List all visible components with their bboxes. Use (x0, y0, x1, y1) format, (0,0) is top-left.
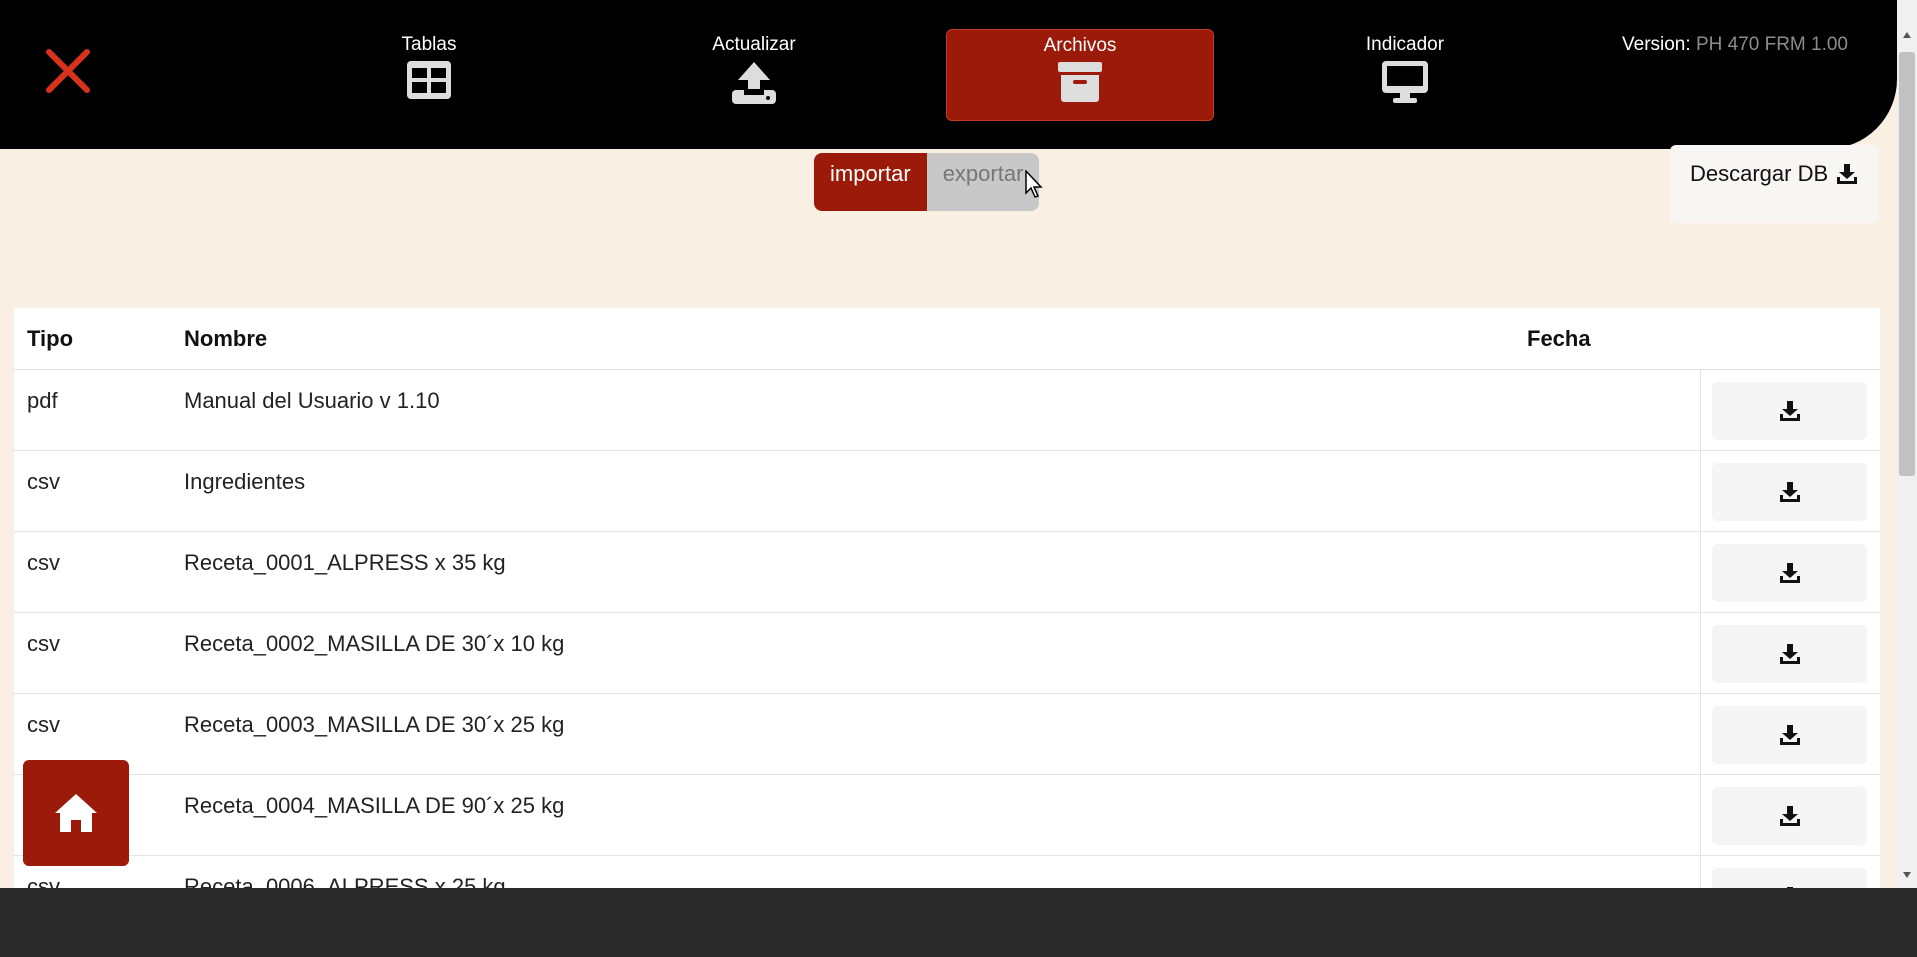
download-db-button[interactable]: Descargar DB (1670, 145, 1878, 223)
download-icon (1779, 806, 1800, 826)
download-icon (1779, 401, 1800, 421)
download-file-button[interactable] (1712, 706, 1867, 764)
home-button[interactable] (23, 760, 129, 866)
cell-tipo: pdf (27, 388, 58, 413)
version-label: Version: (1622, 34, 1691, 55)
download-icon (1779, 644, 1800, 664)
nav-tab-archivos[interactable]: Archivos (946, 29, 1214, 121)
table-row: csv Receta_0002_MASILLA DE 30´x 10 kg (14, 613, 1880, 694)
nav-tab-actualizar[interactable]: Actualizar (621, 29, 887, 119)
download-file-button[interactable] (1712, 787, 1867, 845)
version-info: Version: PH 470 FRM 1.00 (1622, 34, 1848, 56)
home-icon (55, 794, 97, 832)
nav-tab-indicador[interactable]: Indicador (1272, 29, 1538, 119)
table-row: csv Ingredientes (14, 451, 1880, 532)
cell-nombre: Receta_0001_ALPRESS x 35 kg (184, 550, 506, 575)
table-header: Tipo Nombre Fecha (14, 308, 1880, 370)
nav-tab-tablas[interactable]: Tablas (296, 29, 562, 119)
download-icon (1779, 563, 1800, 583)
column-header-nombre: Nombre (184, 326, 268, 351)
export-button[interactable]: exportar (926, 153, 1040, 211)
nav-tab-label: Archivos (1043, 35, 1117, 56)
column-divider (1700, 532, 1701, 613)
download-icon (1779, 482, 1800, 502)
top-navigation-bar: Tablas Actualizar Archivos Indicador Ver… (0, 0, 1897, 149)
import-button[interactable]: importar (814, 153, 927, 211)
table-icon (407, 61, 451, 99)
table-row: pdf Manual del Usuario v 1.10 (14, 370, 1880, 451)
download-file-button[interactable] (1712, 625, 1867, 683)
download-icon (1837, 164, 1858, 184)
cell-nombre: Ingredientes (184, 469, 306, 494)
cell-tipo: csv (27, 550, 60, 575)
monitor-icon (1382, 61, 1428, 103)
scroll-down-arrow-icon[interactable] (1902, 870, 1912, 880)
cell-tipo: csv (27, 712, 60, 737)
table-row: csv Receta_0006_ALPRESS x 25 kg (14, 856, 1880, 888)
nav-tab-label: Indicador (1365, 34, 1445, 55)
scrollbar-thumb[interactable] (1899, 52, 1915, 476)
cell-nombre: Receta_0002_MASILLA DE 30´x 10 kg (184, 631, 565, 656)
upload-icon (732, 62, 776, 104)
archive-icon (1058, 62, 1102, 102)
scroll-up-arrow-icon[interactable] (1902, 30, 1912, 40)
column-divider (1700, 694, 1701, 775)
column-divider (1700, 451, 1701, 532)
cell-nombre: Manual del Usuario v 1.10 (184, 388, 440, 413)
column-divider (1700, 613, 1701, 694)
download-icon (1779, 725, 1800, 745)
cell-tipo: csv (27, 631, 60, 656)
column-header-fecha: Fecha (1527, 326, 1591, 351)
version-value: PH 470 FRM 1.00 (1695, 34, 1849, 55)
nav-tab-label: Tablas (401, 34, 457, 55)
column-divider (1700, 775, 1701, 856)
column-divider (1700, 370, 1701, 451)
download-file-button[interactable] (1712, 544, 1867, 602)
files-table: Tipo Nombre Fecha pdf Manual del Usuario … (14, 308, 1880, 888)
app-window: Tablas Actualizar Archivos Indicador Ver… (0, 0, 1897, 888)
cell-nombre: Receta_0004_MASILLA DE 90´x 25 kg (184, 793, 565, 818)
nav-tab-label: Actualizar (712, 34, 796, 55)
column-header-tipo: Tipo (27, 326, 74, 351)
download-icon (1786, 887, 1793, 888)
download-db-label: Descargar DB (1690, 161, 1829, 186)
cell-tipo: csv (27, 469, 60, 494)
download-file-button[interactable] (1712, 463, 1867, 521)
download-file-button[interactable] (1712, 382, 1867, 440)
close-icon[interactable] (43, 46, 93, 96)
cell-tipo: csv (27, 874, 60, 888)
cell-nombre: Receta_0003_MASILLA DE 30´x 25 kg (184, 712, 565, 737)
mouse-cursor-icon (1025, 170, 1043, 198)
download-file-button[interactable] (1712, 868, 1867, 888)
import-export-toggle: importar exportar (814, 153, 1040, 211)
column-divider (1700, 856, 1701, 888)
cell-nombre: Receta_0006_ALPRESS x 25 kg (184, 874, 506, 888)
table-row: csv Receta_0003_MASILLA DE 30´x 25 kg (14, 694, 1880, 775)
table-row: csvReceta_0004_MASILLA DE 90´x 25 kg (14, 775, 1880, 856)
table-row: csv Receta_0001_ALPRESS x 35 kg (14, 532, 1880, 613)
